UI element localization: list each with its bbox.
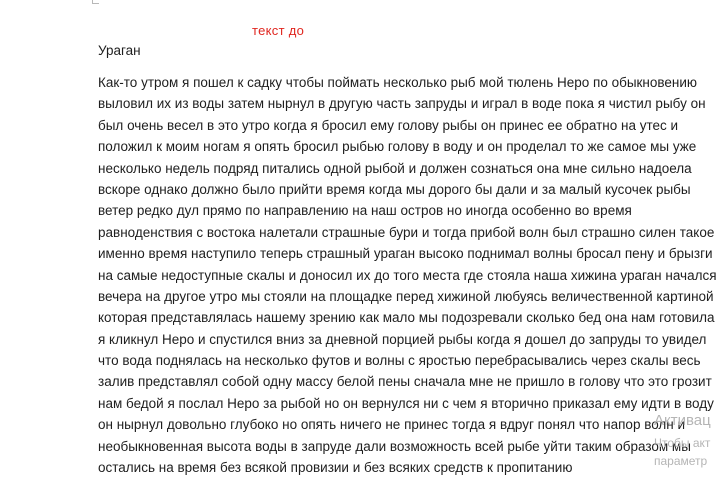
- text-line: необыкновенная высота воды в запруде дал…: [98, 438, 691, 454]
- text-line: выловил их из воды затем нырнул в другую…: [98, 96, 706, 112]
- text-line: на самые недоступные скалы и доносил их …: [98, 267, 720, 283]
- text-line: несколько недель подряд питались одной р…: [98, 160, 692, 176]
- text-line: положил к моим ногам я опять бросил рыбь…: [98, 139, 697, 155]
- text-line: вскоре однако должно было прийти время к…: [98, 181, 691, 197]
- activation-watermark-line: Чтобы акт: [654, 436, 711, 450]
- activation-watermark-title: Активац: [654, 412, 711, 429]
- text-line: остались на время без всякой провизии и …: [98, 460, 573, 476]
- page-corner-mark: [92, 0, 99, 4]
- text-line: ветер редко дул прямо по направлению на …: [98, 203, 632, 219]
- text-line: нам бедой я послал Неро за рыбой но он в…: [98, 395, 714, 411]
- text-line: вечера на другое утро мы стояли на площа…: [98, 288, 714, 304]
- body-paragraph: Как-то утром я пошел к садку чтобы пойма…: [98, 72, 720, 478]
- text-line: равноденствия с востока налетали страшны…: [98, 224, 715, 240]
- text-line: которая представлялась нашему зрению как…: [98, 310, 715, 326]
- text-line: Как-то утром я пошел к садку чтобы пойма…: [98, 75, 698, 90]
- document-title: Ураган: [98, 43, 141, 58]
- red-annotation-label: текст до: [252, 23, 305, 38]
- text-line: залив представлял собой одну массу белой…: [98, 374, 712, 390]
- text-line: именно время наступило теперь страшный у…: [98, 246, 713, 262]
- text-line: он нырнул довольно глубоко но опять ниче…: [98, 417, 686, 433]
- text-line: что вода поднялась на несколько футов и …: [98, 353, 701, 369]
- text-line: был очень весел в это утро когда я броси…: [98, 117, 679, 133]
- text-line: я кликнул Неро и спустился вниз за дневн…: [98, 331, 707, 347]
- activation-watermark-line: параметр: [654, 454, 708, 468]
